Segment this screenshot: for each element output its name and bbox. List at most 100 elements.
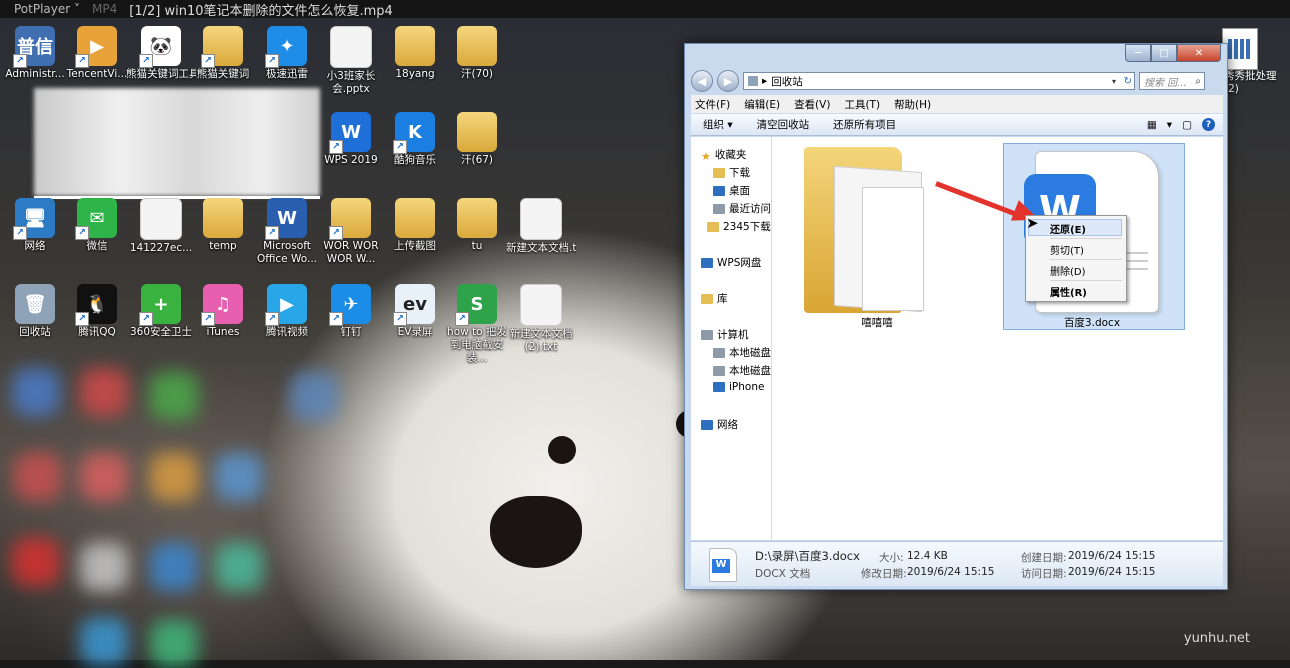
desktop-icon[interactable]: WMicrosoft Office Wo...: [252, 198, 322, 266]
desktop-icon-glyph: 🐼: [139, 26, 181, 68]
nav-item[interactable]: 计算机: [701, 327, 749, 342]
recycle-bin-small-icon: [748, 76, 758, 86]
address-bar[interactable]: ▸ 回收站 ▾ ↻: [743, 72, 1135, 90]
chevron-down-icon[interactable]: ▾: [1112, 77, 1116, 86]
desktop-icon[interactable]: 🖥网络: [0, 198, 70, 253]
preview-pane-icon[interactable]: ▢: [1182, 119, 1192, 131]
empty-recycle-bin-button[interactable]: 清空回收站: [757, 117, 810, 132]
desktop-icon[interactable]: Show to 把发到电脑截安装...: [442, 284, 512, 365]
desktop-icon[interactable]: 🐧腾讯QQ: [62, 284, 132, 339]
docx-file-icon: [709, 548, 737, 582]
nav-item[interactable]: 桌面: [713, 183, 750, 198]
desktop-icon[interactable]: ▶TencentVi...: [62, 26, 132, 81]
restore-all-button[interactable]: 还原所有项目: [833, 117, 896, 132]
desktop-icon[interactable]: 新建文本文档.txt: [506, 198, 576, 255]
blue-icon: [713, 185, 725, 196]
desktop-icon[interactable]: 新建文本文档(2).txt: [506, 284, 576, 354]
folder-item[interactable]: [804, 147, 936, 313]
desktop-icon-glyph: [395, 198, 435, 238]
navigation-pane: ★ 收藏夹 下载 桌面 最近访问 2345下载 WPS网盘库计算机 本地磁盘 本地磁盘 iPhon…: [691, 137, 772, 540]
nav-item[interactable]: 本地磁盘: [713, 345, 771, 360]
blurred-taskbar-icons: [0, 358, 420, 668]
desktop-icon[interactable]: 🐼熊猫关键词工具: [126, 26, 196, 81]
desktop-icon[interactable]: ▶腾讯视频: [252, 284, 322, 339]
help-icon[interactable]: ?: [1202, 118, 1215, 131]
desktop-icon[interactable]: 上传截图: [380, 198, 450, 253]
context-properties[interactable]: 属性(R): [1050, 284, 1087, 299]
context-delete[interactable]: 删除(D): [1050, 263, 1086, 278]
forward-button[interactable]: ▶: [717, 70, 739, 92]
desktop-icon[interactable]: 熊猫关键词: [188, 26, 258, 81]
organize-button[interactable]: 组织 ▾: [703, 117, 733, 132]
desktop-icon-glyph: 🐧: [75, 284, 117, 326]
right-desktop-icon-label: 秀秀批处理 (2): [1224, 70, 1277, 95]
desktop-icon[interactable]: 🗑 回收站: [0, 284, 70, 339]
search-icon[interactable]: ⌕: [1195, 76, 1201, 87]
search-input[interactable]: 搜索 回... ⌕: [1139, 72, 1205, 90]
desktop-icon[interactable]: 141227ec...: [126, 198, 196, 255]
desktop-icon-label: 酷狗音乐: [394, 154, 436, 166]
desktop-icon[interactable]: ✈钉钉: [316, 284, 386, 339]
desktop-icon[interactable]: ✦极速迅雷: [252, 26, 322, 81]
desktop-icon-glyph: 🖥: [13, 198, 55, 240]
close-button[interactable]: ✕: [1177, 44, 1221, 62]
desktop-icon[interactable]: 汗(70): [442, 26, 512, 81]
view-dropdown-icon[interactable]: ▾: [1167, 119, 1172, 131]
desktop-icon-label: 新建文本文档(2).txt: [509, 328, 573, 353]
nav-item[interactable]: 2345下载: [707, 219, 771, 234]
desktop-icon[interactable]: WOR WOR WOR W...: [316, 198, 386, 266]
desktop-icon-glyph: 普信: [13, 26, 55, 68]
nav-item[interactable]: 本地磁盘: [713, 363, 771, 378]
desktop-icon[interactable]: 汗(67): [442, 112, 512, 167]
desktop-icon[interactable]: ✉微信: [62, 198, 132, 253]
desktop-icon[interactable]: ♫iTunes: [188, 284, 258, 339]
desktop-icon-glyph: [203, 198, 243, 238]
nav-item[interactable]: 网络: [701, 417, 738, 432]
desktop-icon[interactable]: 普信Administr...: [0, 26, 70, 81]
context-restore[interactable]: 还原(E): [1050, 221, 1086, 236]
desktop-icon[interactable]: temp: [188, 198, 258, 253]
menu-help[interactable]: 帮助(H): [894, 97, 931, 112]
desktop-icon-glyph: ▶: [75, 26, 117, 68]
context-cut[interactable]: 剪切(T): [1050, 242, 1084, 257]
desktop-icon[interactable]: 18yang: [380, 26, 450, 81]
nav-item-label: 下载: [729, 167, 750, 179]
desktop-icon-label: 360安全卫士: [129, 326, 193, 338]
menu-edit[interactable]: 编辑(E): [744, 97, 780, 112]
refresh-icon[interactable]: ↻: [1124, 76, 1132, 87]
nav-item[interactable]: 库: [701, 291, 728, 306]
player-app-menu[interactable]: PotPlayer ˅: [14, 2, 80, 16]
desktop-icon-label: 熊猫关键词工具: [126, 68, 196, 80]
desktop-icon[interactable]: +360安全卫士: [126, 284, 196, 339]
nav-item[interactable]: 下载: [713, 165, 750, 180]
desktop-icon-label: tu: [471, 240, 483, 252]
desktop-icon[interactable]: tu: [442, 198, 512, 253]
nav-item[interactable]: 最近访问: [713, 201, 771, 216]
nav-item[interactable]: ★ 收藏夹: [701, 147, 746, 163]
nav-item-label: 网络: [717, 419, 738, 431]
desktop-icon-label: WOR WOR WOR W...: [323, 240, 379, 265]
address-text: 回收站: [771, 75, 803, 88]
back-button[interactable]: ◀: [691, 70, 713, 92]
menu-tools[interactable]: 工具(T): [844, 97, 880, 112]
desktop-icon-label: 微信: [86, 240, 108, 252]
desktop-icon-glyph: ✦: [265, 26, 307, 68]
view-mode-icon[interactable]: ▦: [1147, 119, 1157, 131]
desktop-icon-glyph: ev: [393, 284, 435, 326]
maximize-button[interactable]: □: [1151, 44, 1177, 62]
nav-item-label: 最近访问: [729, 203, 771, 215]
nav-item-label: 2345下载: [723, 221, 771, 233]
nav-item[interactable]: WPS网盘: [701, 255, 761, 270]
desktop-icon[interactable]: K酷狗音乐: [380, 112, 450, 167]
desktop-icon[interactable]: 小3班家长会.pptx: [316, 26, 386, 96]
blue-icon: [701, 419, 713, 430]
menu-file[interactable]: 文件(F): [695, 97, 730, 112]
desktop-icon[interactable]: evEV录屏: [380, 284, 450, 339]
nav-item[interactable]: iPhone: [713, 381, 764, 393]
desktop-icon[interactable]: WWPS 2019: [316, 112, 386, 167]
detail-path: D:\录屏\百度3.docx: [755, 549, 860, 563]
gray-icon: [713, 365, 725, 376]
minimize-button[interactable]: ─: [1125, 44, 1151, 62]
menu-view[interactable]: 查看(V): [794, 97, 830, 112]
gray-icon: [713, 203, 725, 214]
